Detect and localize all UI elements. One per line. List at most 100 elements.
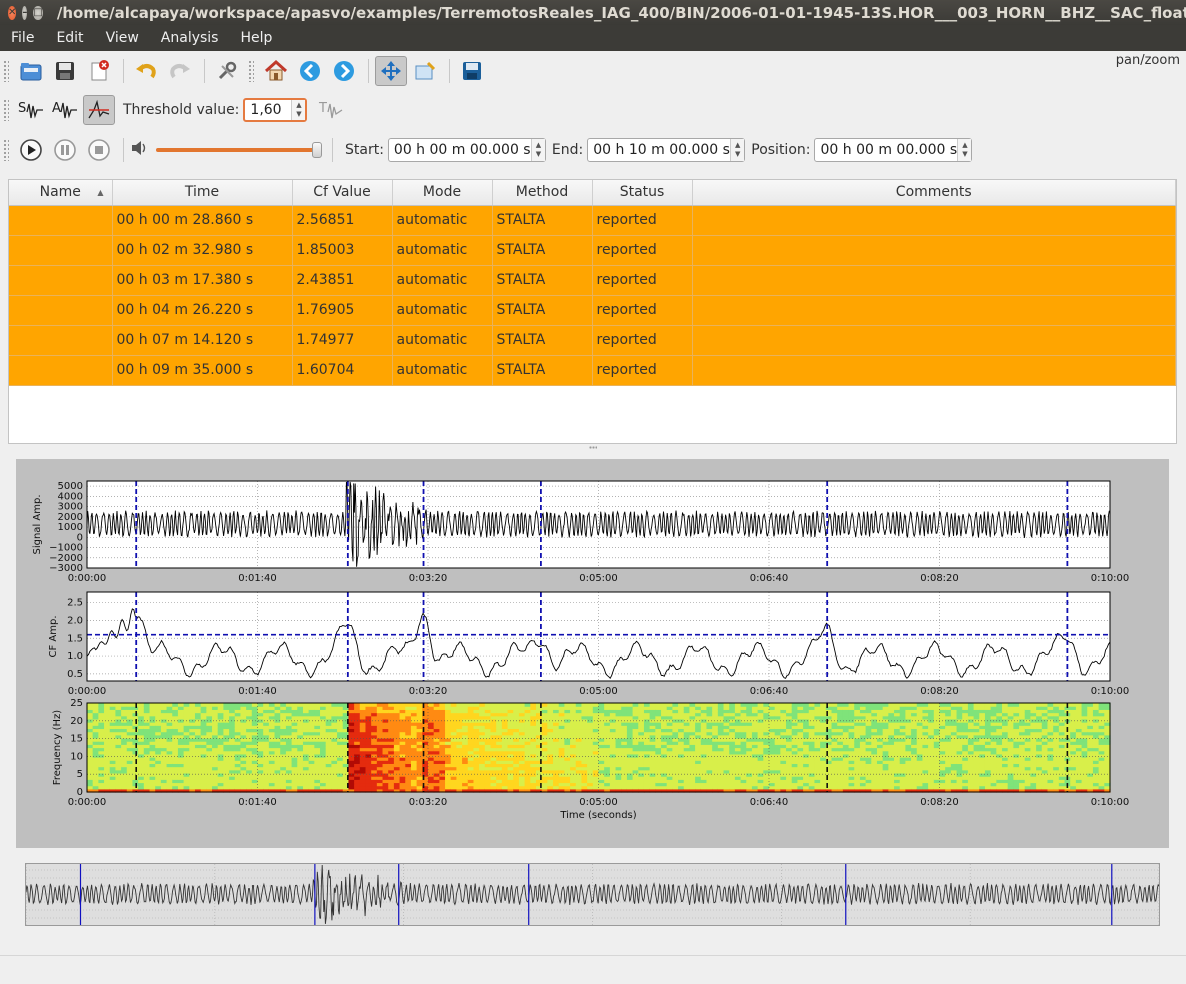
open-file-button[interactable] <box>15 56 47 86</box>
settings-button[interactable] <box>211 56 243 86</box>
play-button[interactable] <box>15 135 47 165</box>
trace-button[interactable]: T <box>315 95 347 125</box>
menu-analysis[interactable]: Analysis <box>150 30 230 46</box>
maximize-window-button[interactable]: □ <box>33 5 43 20</box>
table-cell[interactable]: 00 h 07 m 14.120 s <box>112 325 293 356</box>
stop-button[interactable] <box>83 135 115 165</box>
position-spin-arrows[interactable]: ▲ ▼ <box>957 139 972 161</box>
volume-slider[interactable] <box>154 142 326 158</box>
table-cell[interactable] <box>9 235 113 266</box>
threshold-spin-arrows[interactable]: ▲ ▼ <box>291 100 306 120</box>
threshold-spinbox[interactable]: 1,60 ▲ ▼ <box>243 98 308 122</box>
table-cell[interactable]: 00 h 02 m 32.980 s <box>112 235 293 266</box>
configure-subplots-button[interactable] <box>409 56 441 86</box>
start-time-spinbox[interactable]: 00 h 00 m 00.000 s ▲ ▼ <box>387 138 546 162</box>
toolbar-grip[interactable] <box>3 60 9 82</box>
threshold-toggle-button[interactable] <box>83 95 115 125</box>
table-cell[interactable]: STALTA <box>492 205 593 236</box>
table-cell[interactable] <box>9 295 113 326</box>
table-cell[interactable] <box>9 325 113 356</box>
events-table[interactable]: Name ▲ Time Cf Value Mode Method Status C… <box>8 179 1177 444</box>
toolbar-grip[interactable] <box>3 99 9 121</box>
table-cell[interactable]: STALTA <box>492 325 593 356</box>
table-cell[interactable] <box>9 205 113 236</box>
save-figure-button[interactable] <box>456 56 488 86</box>
column-header-time[interactable]: Time <box>112 180 293 206</box>
plots-canvas[interactable]: 500040003000200010000−1000−2000−30000:00… <box>16 459 1169 848</box>
table-cell[interactable]: 2.56851 <box>292 205 393 236</box>
plot-panel[interactable]: 5000 4000 3000 2000 1000 0 −1000 −2000 −3000 0:00… <box>16 459 1169 848</box>
table-cell[interactable]: reported <box>592 355 693 386</box>
table-row[interactable]: 00 h 03 m 17.380 s 2.43851 automatic STALTA… <box>9 265 1176 296</box>
table-cell[interactable] <box>692 355 1176 386</box>
table-row[interactable]: 00 h 00 m 28.860 s 2.56851 automatic STALTA… <box>9 205 1176 236</box>
menu-view[interactable]: View <box>95 30 150 46</box>
table-row[interactable]: 00 h 07 m 14.120 s 1.74977 automatic STALTA… <box>9 325 1176 356</box>
table-cell[interactable] <box>692 265 1176 296</box>
stalta-button[interactable]: S <box>15 95 47 125</box>
table-cell[interactable]: reported <box>592 295 693 326</box>
table-row[interactable]: 00 h 04 m 26.220 s 1.76905 automatic STALTA… <box>9 295 1176 326</box>
table-cell[interactable]: automatic <box>392 205 493 236</box>
table-cell[interactable]: automatic <box>392 355 493 386</box>
table-cell[interactable]: 1.76905 <box>292 295 393 326</box>
menu-help[interactable]: Help <box>229 30 283 46</box>
table-cell[interactable] <box>9 355 113 386</box>
table-cell[interactable] <box>692 325 1176 356</box>
save-file-button[interactable] <box>49 56 81 86</box>
table-cell[interactable]: STALTA <box>492 265 593 296</box>
table-row[interactable]: 00 h 09 m 35.000 s 1.60704 automatic STALTA… <box>9 355 1176 386</box>
column-header-status[interactable]: Status <box>592 180 693 206</box>
table-cell[interactable]: 00 h 00 m 28.860 s <box>112 205 293 236</box>
table-cell[interactable]: 2.43851 <box>292 265 393 296</box>
pause-button[interactable] <box>49 135 81 165</box>
forward-view-button[interactable] <box>328 56 360 86</box>
start-spin-arrows[interactable]: ▲ ▼ <box>530 139 545 161</box>
close-file-button[interactable] <box>83 56 115 86</box>
table-cell[interactable]: 1.74977 <box>292 325 393 356</box>
table-cell[interactable]: reported <box>592 205 693 236</box>
amplitude-button[interactable]: A <box>49 95 81 125</box>
table-cell[interactable]: 00 h 03 m 17.380 s <box>112 265 293 296</box>
table-cell[interactable] <box>692 205 1176 236</box>
end-spin-arrows[interactable]: ▲ ▼ <box>730 139 745 161</box>
close-window-button[interactable]: ✕ <box>8 5 17 20</box>
volume-slider-handle[interactable] <box>312 142 322 158</box>
minimize-window-button[interactable]: – <box>22 5 28 20</box>
menu-edit[interactable]: Edit <box>45 30 94 46</box>
table-cell[interactable]: reported <box>592 235 693 266</box>
column-header-cf-value[interactable]: Cf Value <box>292 180 393 206</box>
menu-file[interactable]: File <box>0 30 45 46</box>
toolbar-grip[interactable] <box>3 139 9 161</box>
table-row[interactable]: 00 h 02 m 32.980 s 1.85003 automatic STALTA… <box>9 235 1176 266</box>
column-header-mode[interactable]: Mode <box>392 180 493 206</box>
pan-zoom-button[interactable] <box>375 56 407 86</box>
table-cell[interactable]: reported <box>592 265 693 296</box>
table-cell[interactable]: automatic <box>392 295 493 326</box>
back-view-button[interactable] <box>294 56 326 86</box>
column-header-name[interactable]: Name ▲ <box>9 180 113 206</box>
position-spinbox[interactable]: 00 h 00 m 00.000 s ▲ ▼ <box>814 138 973 162</box>
table-cell[interactable]: STALTA <box>492 355 593 386</box>
table-cell[interactable]: STALTA <box>492 295 593 326</box>
table-cell[interactable]: 00 h 04 m 26.220 s <box>112 295 293 326</box>
table-cell[interactable] <box>692 235 1176 266</box>
table-cell[interactable] <box>692 295 1176 326</box>
table-cell[interactable]: STALTA <box>492 235 593 266</box>
table-cell[interactable]: automatic <box>392 235 493 266</box>
table-cell[interactable]: automatic <box>392 325 493 356</box>
table-cell[interactable]: 1.85003 <box>292 235 393 266</box>
toolbar-grip[interactable] <box>248 60 254 82</box>
table-cell[interactable]: automatic <box>392 265 493 296</box>
table-cell[interactable] <box>9 265 113 296</box>
table-cell[interactable]: 1.60704 <box>292 355 393 386</box>
home-view-button[interactable] <box>260 56 292 86</box>
undo-button[interactable] <box>130 56 162 86</box>
end-time-spinbox[interactable]: 00 h 10 m 00.000 s ▲ ▼ <box>587 138 746 162</box>
table-cell[interactable]: reported <box>592 325 693 356</box>
table-cell[interactable]: 00 h 09 m 35.000 s <box>112 355 293 386</box>
column-header-comments[interactable]: Comments <box>692 180 1176 206</box>
splitter-handle[interactable] <box>589 446 597 449</box>
column-header-method[interactable]: Method <box>492 180 593 206</box>
redo-button[interactable] <box>164 56 196 86</box>
